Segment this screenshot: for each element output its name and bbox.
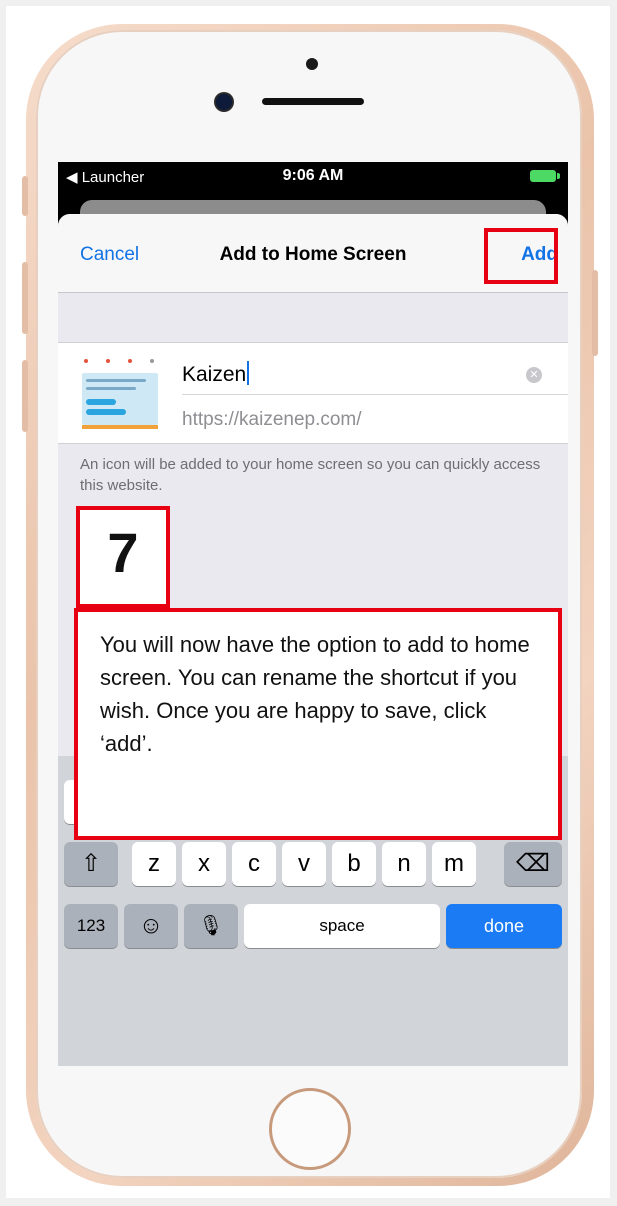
done-key[interactable]: done xyxy=(446,904,562,948)
add-button-highlight xyxy=(484,228,558,284)
key-x[interactable]: x xyxy=(182,842,226,886)
delete-key[interactable]: ⌫ xyxy=(504,842,562,886)
battery-icon xyxy=(530,170,560,182)
earpiece-speaker xyxy=(262,98,364,105)
step-number-callout: 7 xyxy=(76,506,170,608)
key-b[interactable]: b xyxy=(332,842,376,886)
mute-switch xyxy=(22,176,28,216)
shortcut-form: Kaizen ✕ https://kaizenep.com/ xyxy=(58,342,568,444)
shortcut-name-field[interactable]: Kaizen xyxy=(182,361,250,387)
volume-up-button xyxy=(22,262,28,334)
numbers-key[interactable]: 123 xyxy=(64,904,118,948)
home-button[interactable] xyxy=(269,1088,351,1170)
front-camera-icon xyxy=(216,94,232,110)
shortcut-name-value: Kaizen xyxy=(182,363,247,386)
microphone-key-icon[interactable]: 🎙 xyxy=(184,904,238,948)
website-thumbnail xyxy=(78,353,160,433)
key-c[interactable]: c xyxy=(232,842,276,886)
key-m[interactable]: m xyxy=(432,842,476,886)
field-divider xyxy=(182,394,568,395)
space-key[interactable]: space xyxy=(244,904,440,948)
key-n[interactable]: n xyxy=(382,842,426,886)
shift-key[interactable]: ⇧ xyxy=(64,842,118,886)
key-z[interactable]: z xyxy=(132,842,176,886)
info-note: An icon will be added to your home scree… xyxy=(80,456,541,494)
emoji-key-icon[interactable]: ☺ xyxy=(124,904,178,948)
status-time: 9:06 AM xyxy=(282,167,344,184)
volume-down-button xyxy=(22,360,28,432)
instruction-callout: You will now have the option to add to h… xyxy=(74,608,562,840)
power-button xyxy=(592,270,598,356)
key-v[interactable]: v xyxy=(282,842,326,886)
step-number: 7 xyxy=(107,521,139,584)
clear-icon[interactable]: ✕ xyxy=(526,367,542,383)
text-cursor xyxy=(247,361,250,385)
proximity-sensor xyxy=(306,58,318,70)
status-bar: ◀ Launcher 9:06 AM xyxy=(58,162,568,190)
website-url: https://kaizenep.com/ xyxy=(182,409,362,430)
